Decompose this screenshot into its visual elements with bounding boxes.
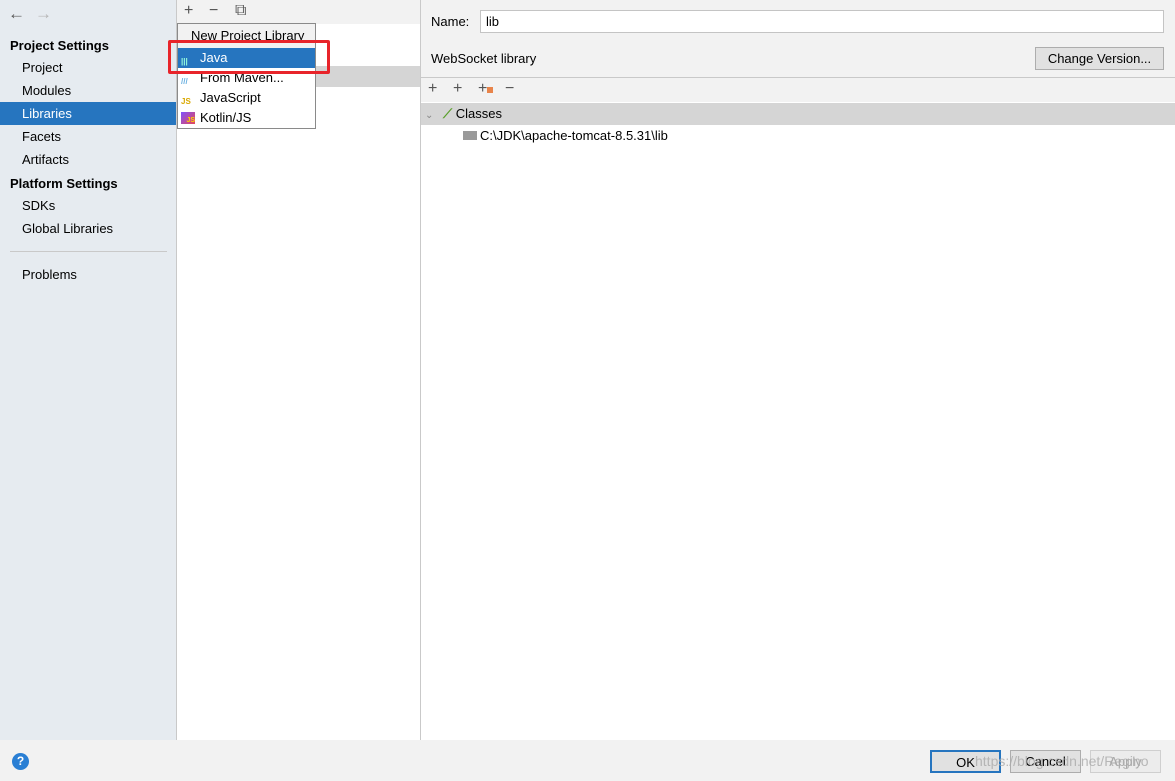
tree-node-classes[interactable]: ⌄ ⟋ Classes — [421, 103, 1175, 125]
chevron-down-icon[interactable]: ⌄ — [425, 110, 433, 121]
popup-item-kotlin-js[interactable]: JS Kotlin/JS — [178, 108, 315, 128]
sidebar: ← → Project Settings Project Modules Libr… — [0, 0, 177, 740]
sidebar-item-modules[interactable]: Modules — [0, 79, 176, 102]
name-input[interactable]: lib — [480, 10, 1164, 33]
add-folder-icon[interactable]: + — [478, 80, 494, 98]
new-project-library-popup: New Project Library ||| Java ///From Mave… — [177, 23, 316, 129]
divider — [10, 251, 167, 252]
cancel-button[interactable]: Cancel — [1010, 750, 1081, 773]
project-settings-heading: Project Settings — [10, 38, 109, 53]
add-icon[interactable]: + — [184, 2, 193, 20]
copy-icon[interactable]: ⧉ — [235, 2, 246, 20]
sidebar-item-libraries[interactable]: Libraries — [0, 102, 176, 125]
platform-settings-heading: Platform Settings — [10, 176, 118, 191]
folder-icon — [463, 131, 477, 140]
classes-icon: ⟋ — [443, 106, 453, 121]
sidebar-item-artifacts[interactable]: Artifacts — [0, 148, 176, 171]
name-label: Name: — [431, 14, 470, 29]
sidebar-item-problems[interactable]: Problems — [0, 263, 176, 286]
dialog-footer: ? OK Cancel Apply https://blog.csdn.net/… — [0, 740, 1175, 781]
add-jar-icon[interactable]: + — [453, 80, 462, 98]
popup-item-javascript[interactable]: JS JavaScript — [178, 88, 315, 108]
apply-button[interactable]: Apply — [1090, 750, 1161, 773]
change-version-button[interactable]: Change Version... — [1035, 47, 1164, 70]
remove-icon[interactable]: − — [505, 80, 514, 98]
help-icon[interactable]: ? — [12, 753, 29, 770]
sidebar-item-global-libraries[interactable]: Global Libraries — [0, 217, 176, 240]
kotlin-icon: JS — [181, 112, 195, 124]
tree-node-path[interactable]: C:\JDK\apache-tomcat-8.5.31\lib — [463, 125, 668, 147]
library-type-label: WebSocket library — [431, 51, 537, 66]
sidebar-item-sdks[interactable]: SDKs — [0, 194, 176, 217]
javascript-icon: JS — [181, 97, 191, 106]
sidebar-item-project[interactable]: Project — [0, 56, 176, 79]
sidebar-item-facets[interactable]: Facets — [0, 125, 176, 148]
remove-icon[interactable]: − — [209, 2, 218, 20]
highlight-box — [168, 40, 330, 74]
ok-button[interactable]: OK — [930, 750, 1001, 773]
forward-arrow-icon[interactable]: → — [35, 4, 52, 23]
back-arrow-icon[interactable]: ← — [8, 4, 25, 23]
library-detail-panel: Name: lib WebSocket library Change Versi… — [421, 0, 1175, 740]
add-icon[interactable]: + — [428, 80, 437, 98]
